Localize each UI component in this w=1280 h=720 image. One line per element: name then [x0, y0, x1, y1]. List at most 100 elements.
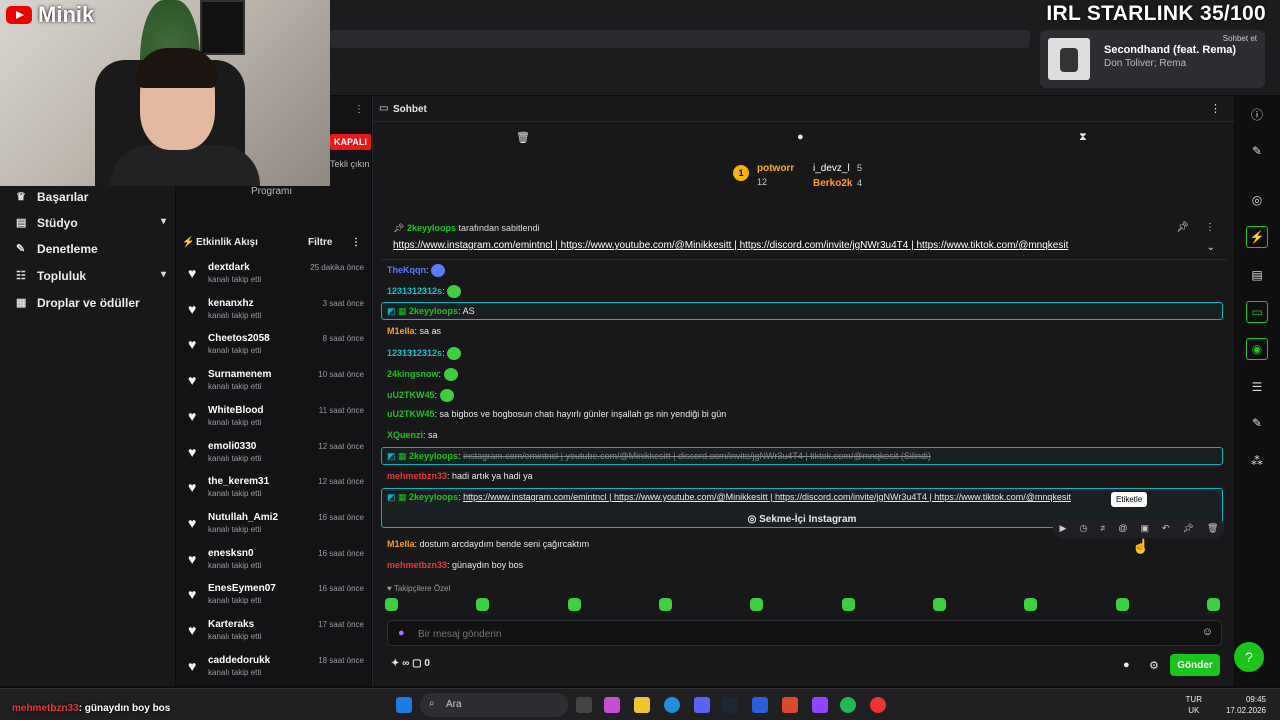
discord-icon[interactable]: [694, 697, 710, 713]
chat-username[interactable]: 2keyyloops: [409, 492, 458, 502]
follower-name[interactable]: caddedorukk: [208, 655, 270, 666]
chat-message[interactable]: 1231312312s:: [387, 347, 462, 360]
app-icon[interactable]: [752, 697, 768, 713]
more-options-icon[interactable]: ⋮: [354, 104, 364, 115]
more-options-icon[interactable]: ⋮: [351, 237, 361, 248]
chat-message[interactable]: mehmetbzn33: hadi artık ya hadi ya: [387, 471, 533, 481]
chat-message[interactable]: M1ella: sa as: [387, 326, 441, 336]
emote-icon[interactable]: [658, 598, 672, 611]
info-icon[interactable]: ⓘ: [1248, 106, 1266, 124]
follower-name[interactable]: Cheetos2058: [208, 333, 270, 344]
pinned-links[interactable]: https://www.instagram.com/emintncl | htt…: [393, 240, 1068, 251]
chat-username[interactable]: TheKqqn: [387, 265, 426, 275]
pinned-by-user[interactable]: 2keyyloops: [407, 223, 456, 233]
follower-name[interactable]: the_kerem31: [208, 476, 269, 487]
chat-message[interactable]: XQuenzi: sa: [387, 430, 438, 440]
follower-name[interactable]: WhiteBlood: [208, 405, 264, 416]
emote-icon[interactable]: [841, 598, 855, 611]
follower-name[interactable]: Nutullah_Ami2: [208, 512, 278, 523]
hourglass-icon[interactable]: ⧗: [1079, 131, 1087, 144]
follower-name[interactable]: kenanxhz: [208, 298, 254, 309]
activity-item[interactable]: ♥ emoli0330 kanalı takip etti 12 saat önce: [186, 441, 364, 475]
chat-username[interactable]: uU2TKW45: [387, 409, 435, 419]
chat-message[interactable]: ◩ ▦ 2keyyloops: instagram.com/emintncl |…: [387, 451, 931, 462]
chevron-down-icon[interactable]: ▾: [161, 269, 166, 280]
activity-item[interactable]: ♥ Karteraks kanalı takip etti 17 saat önce: [186, 619, 364, 653]
taskbar-search[interactable]: ⌕ Ara: [420, 693, 568, 717]
emote-icon[interactable]: [1024, 598, 1038, 611]
activity-item[interactable]: ♥ caddedorukk kanalı takip etti 18 saat önc…: [186, 655, 364, 689]
emote-icon[interactable]: [567, 598, 581, 611]
emote-icon[interactable]: [1206, 598, 1220, 611]
undo-icon[interactable]: ↶: [1162, 523, 1170, 534]
clock-icon[interactable]: ◷: [1079, 523, 1087, 534]
message-input[interactable]: [418, 625, 1178, 643]
chat-username[interactable]: mehmetbzn33: [387, 560, 447, 570]
follower-name[interactable]: EnesEymen07: [208, 583, 276, 594]
unpin-icon[interactable]: 📌︎: [1176, 222, 1189, 233]
activity-item[interactable]: ♥ kenanxhz kanalı takip etti 3 saat önce: [186, 298, 364, 332]
activity-item[interactable]: ♥ Cheetos2058 kanalı takip etti 8 saat önce: [186, 333, 364, 367]
chat-username[interactable]: 24kingsnow: [387, 369, 439, 379]
chat-message[interactable]: 1231312312s:: [387, 285, 462, 298]
trash-icon[interactable]: 🗑︎: [516, 131, 530, 144]
wrench-icon[interactable]: ✎: [1248, 414, 1266, 432]
send-button[interactable]: Gönder: [1170, 654, 1220, 676]
chat-message[interactable]: M1ella: dostum arcdaydım bende seni çağı…: [387, 539, 589, 549]
nodes-icon[interactable]: ⁂: [1248, 452, 1266, 470]
nav-item-studio[interactable]: ▤ Stüdyo ▾: [16, 216, 166, 230]
twitch-icon[interactable]: [812, 697, 828, 713]
gear-icon[interactable]: ⚙: [1149, 659, 1159, 672]
leader-second-name[interactable]: i_devz_l: [813, 163, 850, 174]
chrome-icon[interactable]: [870, 697, 886, 713]
chat-username[interactable]: mehmetbzn33: [387, 471, 447, 481]
chat-username[interactable]: 1231312312s: [387, 348, 442, 358]
emote-icon[interactable]: [476, 598, 490, 611]
mention-icon[interactable]: @: [1118, 523, 1127, 533]
target-icon[interactable]: ◎: [1248, 191, 1266, 209]
chevron-down-icon[interactable]: ▾: [161, 216, 166, 227]
sohbet-et-label[interactable]: Sohbet et: [1223, 34, 1257, 43]
activity-item[interactable]: ♥ enesksn0 kanalı takip etti 16 saat önce: [186, 548, 364, 582]
leader-first-name[interactable]: potworr: [757, 163, 794, 174]
microphone-icon[interactable]: ●: [398, 627, 405, 639]
timeout-icon[interactable]: ≠: [1100, 523, 1105, 533]
language-indicator[interactable]: TUR UK: [1186, 694, 1202, 716]
activity-item[interactable]: ♥ EnesEymen07 kanalı takip etti 16 saat önc…: [186, 583, 364, 617]
follower-name[interactable]: emoli0330: [208, 441, 256, 452]
nav-item-achievements[interactable]: ♛ Başarılar: [16, 190, 166, 204]
channel-points[interactable]: ✦ ∞ ▢ 0: [391, 658, 430, 669]
chat-username[interactable]: 2keyyloops: [409, 451, 458, 461]
leader-third-name[interactable]: Berko2k: [813, 178, 852, 189]
emoji-icon[interactable]: ☺: [1202, 626, 1213, 638]
chat-message[interactable]: TheKqqn:: [387, 264, 446, 277]
nav-item-community[interactable]: ☷ Topluluk ▾: [16, 269, 166, 283]
follower-name[interactable]: Karteraks: [208, 619, 254, 630]
chat-username[interactable]: 1231312312s: [387, 286, 442, 296]
edge-icon[interactable]: [664, 697, 680, 713]
more-options-icon[interactable]: ⋮: [1205, 222, 1215, 233]
chat-settings-bubble-icon[interactable]: ●: [1123, 659, 1130, 671]
chat-message[interactable]: mehmetbzn33: günaydın boy bos: [387, 560, 523, 570]
emote-icon[interactable]: [932, 598, 946, 611]
activity-item[interactable]: ♥ dextdark kanalı takip etti 25 dakika önce: [186, 262, 364, 296]
chat-username[interactable]: M1ella: [387, 539, 415, 549]
nav-item-moderation[interactable]: ✎ Denetleme: [16, 242, 166, 256]
filter-button[interactable]: Filtre: [308, 237, 332, 248]
activity-item[interactable]: ♥ WhiteBlood kanalı takip etti 11 saat önce: [186, 405, 364, 439]
broadcast-icon[interactable]: ◉: [1246, 338, 1268, 360]
more-options-icon[interactable]: ⋮: [1210, 102, 1221, 115]
pin-icon[interactable]: 📌︎: [1183, 523, 1194, 534]
chat-username[interactable]: uU2TKW45: [387, 390, 435, 400]
steam-icon[interactable]: [722, 697, 738, 713]
system-clock[interactable]: 09:45 17.02.2026: [1226, 694, 1266, 716]
chat-message[interactable]: uU2TKW45:: [387, 389, 454, 402]
follower-name[interactable]: Surnamenem: [208, 369, 271, 380]
obs-icon[interactable]: [782, 697, 798, 713]
help-button[interactable]: ?: [1234, 642, 1264, 672]
stack-icon[interactable]: ☰: [1248, 378, 1266, 396]
chat-message[interactable]: uU2TKW45: sa bigbos ve bogbosun chatı ha…: [387, 409, 726, 419]
chat-username[interactable]: XQuenzi: [387, 430, 423, 440]
activity-item[interactable]: ♥ Nutullah_Ami2 kanalı takip etti 16 saat ö…: [186, 512, 364, 546]
activity-item[interactable]: ♥ the_kerem31 kanalı takip etti 12 saat önc…: [186, 476, 364, 510]
